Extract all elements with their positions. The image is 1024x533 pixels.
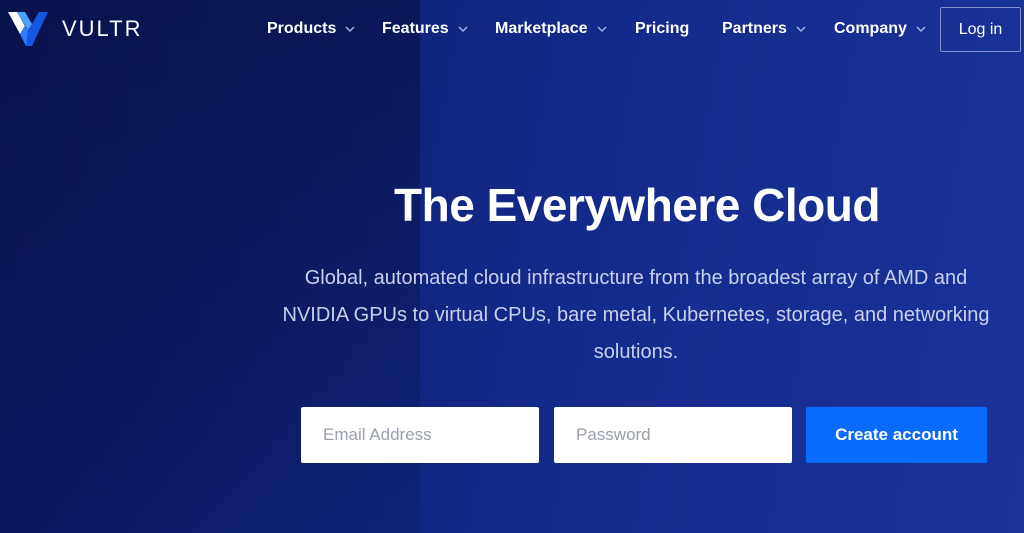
page: VULTR Products Features Marketplace Pric…: [0, 0, 1024, 533]
nav-partners[interactable]: Partners: [722, 20, 806, 38]
chevron-down-icon: [458, 26, 468, 32]
nav-products[interactable]: Products: [267, 20, 355, 38]
chevron-down-icon: [796, 26, 806, 32]
chevron-down-icon: [916, 26, 926, 32]
chevron-down-icon: [345, 26, 355, 32]
password-input[interactable]: [554, 407, 792, 463]
nav-marketplace-label: Marketplace: [495, 20, 588, 37]
nav-company[interactable]: Company: [834, 20, 926, 38]
site-header: VULTR Products Features Marketplace Pric…: [0, 0, 1024, 62]
nav-company-label: Company: [834, 20, 907, 37]
nav-marketplace[interactable]: Marketplace: [495, 20, 607, 38]
vultr-logo-icon: [8, 12, 48, 46]
nav-pricing-label: Pricing: [635, 20, 690, 37]
email-input[interactable]: [301, 407, 539, 463]
chevron-down-icon: [596, 26, 607, 32]
logo[interactable]: VULTR: [8, 10, 143, 48]
nav-pricing[interactable]: Pricing: [635, 20, 689, 38]
create-account-button[interactable]: Create account: [806, 407, 987, 463]
nav-features[interactable]: Features: [382, 20, 468, 38]
logo-text: VULTR: [62, 16, 143, 41]
nav-features-label: Features: [382, 20, 449, 37]
login-button[interactable]: Log in: [940, 7, 1021, 52]
hero-subtitle: Global, automated cloud infrastructure f…: [282, 267, 990, 363]
hero-title: The Everywhere Cloud: [394, 179, 880, 231]
nav-products-label: Products: [267, 20, 337, 37]
nav-partners-label: Partners: [722, 20, 787, 37]
